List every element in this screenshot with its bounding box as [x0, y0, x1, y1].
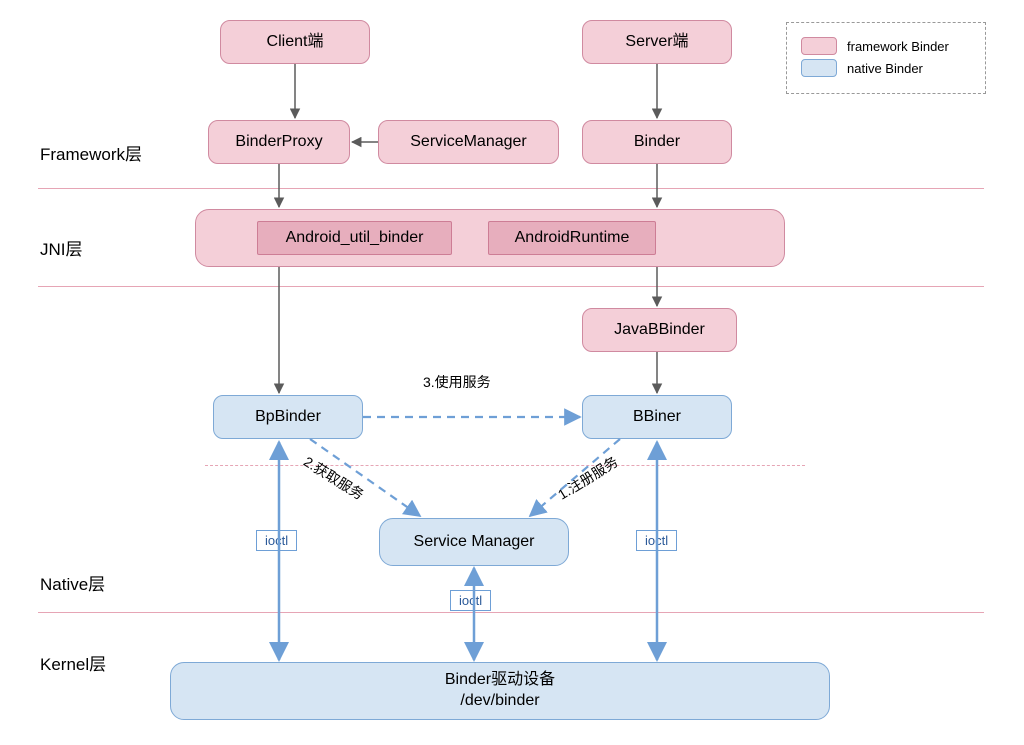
legend-swatch-blue — [801, 59, 837, 77]
edge-label-use-service: 3.使用服务 — [423, 372, 491, 392]
node-binderproxy-label: BinderProxy — [235, 132, 322, 153]
layer-label-native: Native层 — [40, 570, 105, 595]
node-bpbinder-label: BpBinder — [255, 407, 321, 428]
node-client-label: Client端 — [267, 32, 324, 53]
node-servicemanager-native-label: Service Manager — [414, 532, 535, 553]
divider-1 — [38, 188, 984, 189]
edge-label-get-service: 2.获取服务 — [300, 452, 368, 505]
node-server: Server端 — [582, 20, 732, 64]
legend: framework Binder native Binder — [786, 22, 986, 94]
layer-label-kernel: Kernel层 — [40, 650, 106, 675]
ioctl-label-center: ioctl — [450, 590, 491, 611]
layer-label-framework: Framework层 — [40, 140, 142, 165]
node-binder-driver: Binder驱动设备 /dev/binder — [170, 662, 830, 720]
edge-label-register-service: 1.注册服务 — [554, 452, 622, 505]
node-bpbinder: BpBinder — [213, 395, 363, 439]
node-bbiner: BBiner — [582, 395, 732, 439]
node-server-label: Server端 — [625, 32, 688, 53]
node-binder-label: Binder — [634, 132, 680, 153]
divider-dashed — [205, 465, 805, 466]
node-binder-driver-label: Binder驱动设备 /dev/binder — [445, 670, 555, 712]
divider-3 — [38, 612, 984, 613]
legend-row-framework: framework Binder — [801, 37, 971, 55]
legend-label-framework: framework Binder — [847, 39, 949, 54]
legend-swatch-pink — [801, 37, 837, 55]
node-bbiner-label: BBiner — [633, 407, 681, 428]
node-android-util-binder: Android_util_binder — [257, 221, 452, 255]
node-client: Client端 — [220, 20, 370, 64]
node-android-runtime-label: AndroidRuntime — [515, 228, 630, 249]
legend-row-native: native Binder — [801, 59, 971, 77]
node-java-bbinder-label: JavaBBinder — [614, 320, 705, 341]
layer-label-jni: JNI层 — [40, 235, 83, 260]
node-android-util-binder-label: Android_util_binder — [286, 228, 424, 249]
node-binder: Binder — [582, 120, 732, 164]
node-binderproxy: BinderProxy — [208, 120, 350, 164]
node-servicemanager-native: Service Manager — [379, 518, 569, 566]
node-servicemanager-fw: ServiceManager — [378, 120, 559, 164]
legend-label-native: native Binder — [847, 61, 923, 76]
node-android-runtime: AndroidRuntime — [488, 221, 656, 255]
ioctl-label-left: ioctl — [256, 530, 297, 551]
ioctl-label-right: ioctl — [636, 530, 677, 551]
node-servicemanager-fw-label: ServiceManager — [410, 132, 527, 153]
node-java-bbinder: JavaBBinder — [582, 308, 737, 352]
divider-2 — [38, 286, 984, 287]
